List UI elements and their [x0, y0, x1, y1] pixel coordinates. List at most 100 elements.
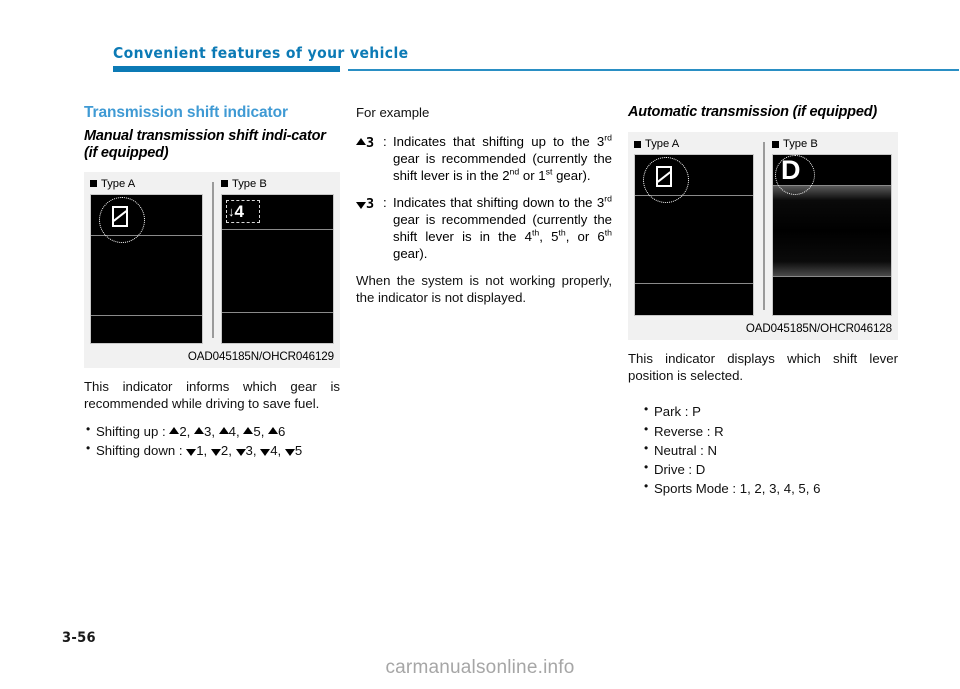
text-part: Indicates that shifting up to the 3	[393, 134, 605, 150]
left-column: Transmission shift indicator Manual tran…	[84, 104, 340, 460]
figure-type-a-label: Type A	[101, 177, 136, 190]
triangle-up-icon	[169, 426, 180, 434]
header-rule-line	[348, 69, 959, 71]
triangle-down-icon	[186, 449, 197, 457]
shifting-up-label: Shifting up :	[96, 423, 166, 439]
bullet-square-icon	[634, 140, 641, 148]
cluster-screen-type-a	[90, 193, 203, 344]
ordinal-suffix: th	[558, 227, 566, 238]
screen-glow-band	[773, 186, 891, 277]
header-accent-bar	[113, 66, 340, 72]
figure-panel-divider	[212, 181, 214, 338]
gear-value: 2	[179, 423, 187, 439]
list-item: Drive : D	[642, 459, 898, 479]
subsection-title-manual-transmission: Manual transmission shift indi-cator (if…	[84, 128, 326, 162]
triangle-up-icon	[243, 426, 254, 434]
shifting-bullet-list: Shifting up : 2, 3, 4, 5, 6 Shifting dow…	[84, 421, 340, 461]
marker-shift-down: 3	[356, 194, 383, 263]
definition-row-shift-up: 3 : Indicates that shifting up to the 3r…	[356, 133, 612, 184]
definition-colon: :	[383, 134, 387, 150]
screen-divider-line	[222, 228, 333, 230]
figure-caption-right: OAD045185N/OHCR046128	[745, 322, 892, 336]
figure-type-a-label: Type A	[645, 138, 680, 151]
ordinal-suffix: th	[604, 227, 612, 238]
figure-type-a-panel: Type A	[90, 178, 203, 344]
example-definition-list: 3 : Indicates that shifting up to the 3r…	[356, 133, 612, 262]
cluster-screen-type-b: ↓ 4	[221, 193, 334, 344]
subsection-title-automatic-transmission: Automatic transmission (if equipped)	[628, 104, 877, 120]
middle-column: For example 3 : Indicates that shifting …	[356, 104, 612, 317]
figure-type-b-panel: Type B ↓ 4	[212, 178, 334, 344]
triangle-down-icon	[260, 449, 271, 457]
screen-divider-line	[635, 283, 753, 285]
page-number: 3-56	[62, 630, 96, 646]
triangle-up-icon	[268, 426, 279, 434]
list-item: Sports Mode : 1, 2, 3, 4, 5, 6	[642, 478, 898, 498]
figure-panel-divider	[763, 142, 765, 311]
figure-type-b-panel: Type B D	[763, 138, 892, 317]
marker-gear-number: 3	[366, 135, 374, 152]
figure-type-b-label-row: Type B	[221, 178, 334, 190]
figure-manual-shift-indicator: Type A Type B ↓ 4 OAD045185N/OHCR046129	[84, 171, 340, 368]
triangle-up-icon	[194, 426, 204, 434]
triangle-down-icon	[235, 449, 246, 457]
triangle-down-icon	[284, 449, 295, 457]
gear-sequence-up: 2, 3, 4, 5, 6	[169, 424, 285, 439]
figure-caption-left: OAD045185N/OHCR046129	[187, 349, 334, 363]
screen-divider-line	[222, 311, 333, 313]
ordinal-suffix: rd	[604, 132, 612, 143]
figure-type-b-label: Type B	[783, 138, 818, 151]
figure-type-b-label-row: Type B	[772, 138, 892, 150]
text-part: , 5	[539, 228, 559, 244]
paragraph-system-not-working: When the system is not working properly,…	[356, 273, 612, 306]
shift-position-list: Park : P Reverse : R Neutral : N Drive :…	[628, 401, 898, 498]
page-header: Convenient features of your vehicle	[0, 0, 960, 80]
triangle-down-icon	[210, 449, 221, 457]
list-item: Reverse : R	[642, 421, 898, 441]
running-header-title: Convenient features of your vehicle	[113, 44, 409, 62]
highlight-circle-icon	[775, 155, 815, 196]
gear-value: 5	[253, 423, 261, 439]
definition-row-shift-down: 3 : Indicates that shifting down to the …	[356, 194, 612, 263]
gear-sequence-down: 1, 2, 3, 4, 5	[186, 443, 302, 458]
gear-value: 6	[278, 423, 286, 439]
definition-text-shift-up: Indicates that shifting up to the 3rd ge…	[393, 133, 612, 184]
highlight-circle-icon	[643, 157, 689, 204]
definition-text-shift-down: Indicates that shifting down to the 3rd …	[393, 194, 612, 263]
shift-recommendation-badge: ↓ 4	[226, 199, 260, 223]
site-watermark: carmanualsonline.info	[385, 657, 575, 678]
shifting-down-label: Shifting down :	[96, 443, 183, 459]
gear-value: 3	[245, 443, 253, 459]
cluster-screen-type-b: D	[772, 154, 892, 317]
marker-shift-up: 3	[356, 133, 383, 184]
gear-value: 2	[220, 443, 229, 459]
recommended-gear-number: 4	[234, 201, 244, 221]
triangle-up-icon	[356, 138, 366, 146]
figure-automatic-transmission-indicator: Type A Type B D OAD045185N/OHCR046128	[628, 132, 898, 341]
list-item: Shifting down : 1, 2, 3, 4, 5	[84, 440, 340, 460]
triangle-up-icon	[218, 426, 229, 434]
right-column: Automatic transmission (if equipped) Typ…	[628, 104, 898, 499]
bullet-square-icon	[772, 140, 779, 148]
text-part: , or 6	[565, 228, 605, 244]
text-part: gear).	[393, 246, 428, 262]
cluster-screen-type-a	[634, 154, 754, 317]
list-item: Park : P	[642, 401, 898, 421]
section-title-transmission-shift-indicator: Transmission shift indicator	[84, 104, 288, 121]
screen-divider-line	[773, 276, 891, 278]
ordinal-suffix: rd	[604, 193, 612, 204]
screen-divider-line	[91, 314, 202, 316]
ordinal-suffix: nd	[509, 167, 520, 178]
triangle-down-icon	[356, 201, 366, 209]
list-item: Neutral : N	[642, 440, 898, 460]
bullet-square-icon	[221, 180, 228, 188]
figure-type-a-label-row: Type A	[90, 178, 203, 190]
figure-type-a-label-row: Type A	[634, 138, 754, 150]
bullet-square-icon	[90, 180, 97, 188]
highlight-circle-icon	[99, 196, 145, 243]
definition-colon: :	[383, 194, 387, 210]
gear-value: 1	[196, 443, 204, 459]
paragraph-shift-position-description: This indicator displays which shift leve…	[628, 351, 898, 384]
gear-value: 4	[228, 423, 237, 439]
figure-type-a-panel: Type A	[634, 138, 754, 317]
